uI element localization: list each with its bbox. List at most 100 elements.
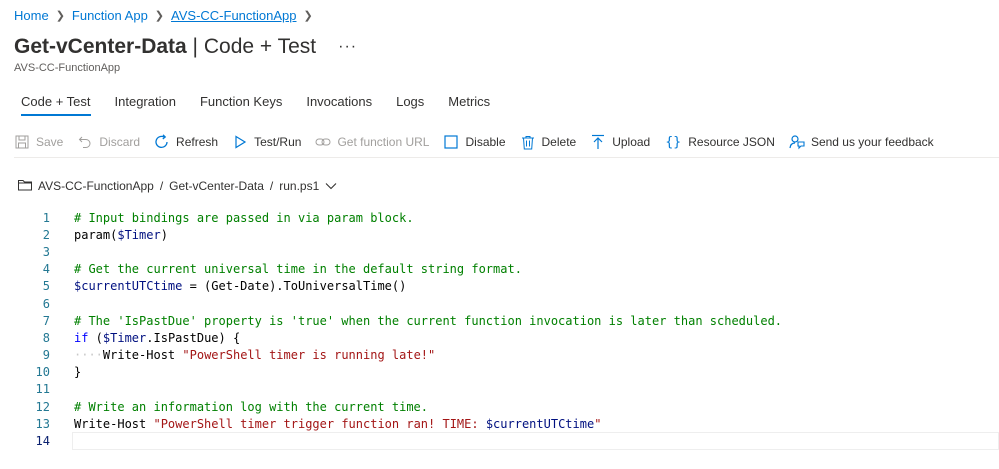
save-button[interactable]: Save [14,134,63,150]
chevron-right-icon: ❯ [303,9,313,22]
line-number: 5 [42,279,50,294]
braces-icon: {} [665,134,682,150]
code-token: ( [88,330,103,345]
page-title: Get-vCenter-Data | Code + Test [14,35,316,59]
code-variable: $Timer [117,227,161,242]
chevron-down-icon[interactable] [325,182,337,190]
disable-button[interactable]: Disable [443,134,506,150]
tab-integration[interactable]: Integration [103,88,188,124]
test-run-button[interactable]: Test/Run [232,134,301,150]
code-string: "PowerShell timer is running late!" [182,348,436,363]
undo-icon [77,134,93,150]
send-feedback-label: Send us your feedback [810,135,934,149]
line-number: 6 [42,296,50,311]
test-run-label: Test/Run [254,135,302,149]
code-line: 8 if ($Timer.IsPastDue) { [14,329,999,346]
code-line: 10 } [14,364,999,381]
save-label: Save [36,135,64,149]
code-comment: # Input bindings are passed in via param… [74,210,414,225]
folder-icon [18,179,32,193]
code-comment: # The 'IsPastDue' property is 'true' whe… [74,313,783,328]
delete-label: Delete [541,135,577,149]
page-title-section: | Code + Test [186,35,317,58]
code-comment: # Get the current universal time in the … [74,262,522,277]
get-function-url-button[interactable]: Get function URL [315,134,429,150]
code-token: Write-Host [74,416,154,431]
refresh-button[interactable]: Refresh [154,134,218,150]
code-line: 12 # Write an information log with the c… [14,398,999,415]
code-comment: # Write an information log with the curr… [74,399,429,414]
file-selector[interactable]: run.ps1 [279,179,319,193]
code-line: 9 ····Write-Host "PowerShell timer is ru… [14,347,999,364]
delete-button[interactable]: Delete [520,134,577,150]
save-icon [14,134,30,150]
code-variable: $currentUTCtime [485,416,595,431]
line-number: 2 [42,227,50,242]
code-line: 11 [14,381,999,398]
code-line: 13 Write-Host "PowerShell timer trigger … [14,415,999,432]
line-number: 4 [42,262,50,277]
code-line: 3 [14,243,999,260]
code-line: 1 # Input bindings are passed in via par… [14,209,999,226]
page-header: Get-vCenter-Data | Code + Test ··· [14,33,357,61]
breadcrumb-home-link[interactable]: Home [14,8,49,23]
send-feedback-button[interactable]: Send us your feedback [789,134,934,150]
toolbar-divider [14,157,999,158]
line-number: 1 [42,210,50,225]
current-line-highlight [72,432,999,450]
resource-json-button[interactable]: {} Resource JSON [664,134,775,150]
upload-label: Upload [612,135,651,149]
line-number: 10 [35,365,50,380]
stop-square-icon [443,134,459,150]
file-path-breadcrumb: AVS-CC-FunctionApp / Get-vCenter-Data / … [18,178,337,194]
chevron-right-icon: ❯ [55,9,65,22]
line-number: 14 [35,434,50,449]
line-number: 11 [35,382,50,397]
disable-label: Disable [465,135,506,149]
link-icon [315,134,331,150]
code-token: param( [74,227,118,242]
resource-json-label: Resource JSON [688,135,775,149]
whitespace-indicator: ···· [74,348,103,363]
code-variable: $currentUTCtime [74,279,183,294]
tab-invocations[interactable]: Invocations [294,88,384,124]
tab-logs[interactable]: Logs [384,88,436,124]
tab-metrics[interactable]: Metrics [436,88,502,124]
discard-label: Discard [99,135,141,149]
upload-button[interactable]: Upload [590,134,650,150]
upload-icon [590,134,606,150]
code-string: " [594,416,602,431]
code-line: 5 $currentUTCtime = (Get-Date).ToUnivers… [14,278,999,295]
line-number: 7 [42,313,50,328]
breadcrumb-app-link[interactable]: AVS-CC-FunctionApp [171,8,296,23]
breadcrumb: Home ❯ Function App ❯ AVS-CC-FunctionApp… [14,6,320,24]
code-line-current: 14 [14,432,999,450]
path-separator: / [159,179,164,193]
path-separator: / [269,179,274,193]
discard-button[interactable]: Discard [77,134,140,150]
code-line: 2 param($Timer) [14,226,999,243]
code-token: = (Get-Date).ToUniversalTime() [182,279,407,294]
feedback-person-icon [789,134,805,150]
line-number: 8 [42,330,50,345]
path-app: AVS-CC-FunctionApp [38,179,154,193]
play-icon [232,134,248,150]
tab-function-keys[interactable]: Function Keys [188,88,294,124]
path-function: Get-vCenter-Data [169,179,264,193]
code-line: 6 [14,295,999,312]
trash-icon [520,134,536,150]
breadcrumb-function-app-link[interactable]: Function App [72,8,148,23]
get-function-url-label: Get function URL [337,135,430,149]
line-number: 13 [35,416,50,431]
line-number: 12 [35,399,50,414]
page-subtitle: AVS-CC-FunctionApp [14,62,121,74]
refresh-label: Refresh [176,135,219,149]
more-options-button[interactable]: ··· [338,38,357,56]
code-string: "PowerShell timer trigger function ran! … [153,416,486,431]
code-token: Write-Host [102,348,183,363]
refresh-icon [154,134,170,150]
code-editor[interactable]: 1 # Input bindings are passed in via par… [14,209,999,450]
tab-code-test[interactable]: Code + Test [14,88,103,124]
line-number: 3 [42,244,50,259]
chevron-right-icon: ❯ [154,9,165,22]
